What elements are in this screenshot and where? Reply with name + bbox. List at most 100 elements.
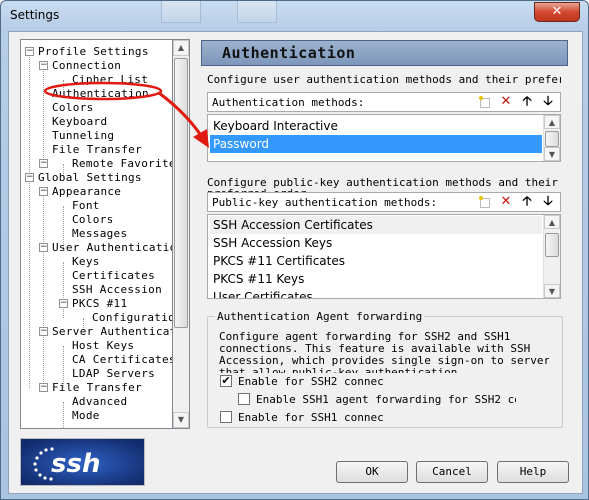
window-title: Settings bbox=[10, 8, 60, 22]
enable-ssh1-via-ssh2-label[interactable]: Enable SSH1 agent forwarding for SSH2 co… bbox=[256, 393, 516, 406]
tree-item-label: LDAP Servers bbox=[72, 367, 156, 380]
scroll-down-icon[interactable]: ▼ bbox=[544, 147, 560, 161]
ssh-logo: ssh bbox=[20, 438, 145, 486]
tree-item-ca-certificates[interactable]: CA Certificates bbox=[72, 353, 173, 367]
tree-item-label: Advanced bbox=[72, 395, 128, 408]
list-item[interactable]: User Certificates bbox=[210, 288, 542, 298]
auth-methods-list[interactable]: Keyboard Interactive Password ▲ ▼ bbox=[207, 114, 561, 162]
close-icon: ✕ bbox=[551, 4, 563, 19]
tree-item-colors-global[interactable]: Colors bbox=[72, 213, 114, 227]
move-up-icon[interactable]: 🡡 bbox=[520, 95, 534, 109]
move-down-icon[interactable]: 🡣 bbox=[541, 195, 555, 209]
collapse-icon[interactable]: − bbox=[39, 243, 48, 252]
delete-icon[interactable]: ✕ bbox=[499, 95, 513, 109]
category-tree[interactable]: − − − − − − − − − Profile Settings Conne… bbox=[20, 39, 173, 429]
tree-item-label: Tunneling bbox=[52, 129, 115, 142]
pk-methods-list[interactable]: SSH Accession Certificates SSH Accession… bbox=[207, 214, 561, 299]
scroll-down-icon[interactable]: ▼ bbox=[544, 284, 560, 298]
page-title: Authentication bbox=[222, 44, 356, 62]
collapse-icon[interactable]: − bbox=[39, 327, 48, 336]
tree-item-label: CA Certificates bbox=[72, 353, 173, 366]
tree-item-keyboard[interactable]: Keyboard bbox=[52, 115, 107, 129]
help-button[interactable]: Help bbox=[497, 461, 569, 483]
tree-item-tunneling[interactable]: Tunneling bbox=[52, 129, 114, 143]
collapse-icon[interactable]: − bbox=[39, 159, 48, 168]
tree-item-label: PKCS #11 bbox=[72, 297, 128, 310]
enable-ssh2-label[interactable]: Enable for SSH2 connections bbox=[238, 375, 383, 388]
scrollbar-thumb[interactable] bbox=[174, 58, 188, 328]
tree-item-label: Server Authentication bbox=[52, 325, 172, 338]
tree-item-label: Cipher List bbox=[72, 73, 149, 86]
list-item[interactable]: PKCS #11 Keys bbox=[210, 270, 542, 288]
tree-item-cipher-list[interactable]: Cipher List bbox=[72, 73, 148, 87]
tree-item-label: Profile Settings bbox=[38, 45, 149, 58]
tree-item-label: Font bbox=[72, 199, 100, 212]
enable-ssh2-checkbox[interactable]: ✔ bbox=[220, 375, 232, 387]
tree-item-advanced[interactable]: Advanced bbox=[72, 395, 127, 409]
pk-methods-label: Public-key authentication methods: bbox=[212, 196, 438, 209]
list-item[interactable]: PKCS #11 Certificates bbox=[210, 252, 542, 270]
title-bar[interactable]: Settings ✕ bbox=[1, 1, 588, 31]
scroll-down-icon[interactable]: ▼ bbox=[173, 412, 189, 428]
tree-item-messages[interactable]: Messages bbox=[72, 227, 127, 241]
tree-item-label: Messages bbox=[72, 227, 128, 240]
collapse-icon[interactable]: − bbox=[59, 299, 68, 308]
move-up-icon[interactable]: 🡡 bbox=[520, 195, 534, 209]
tree-item-connection[interactable]: Connection bbox=[52, 59, 121, 73]
tree-scrollbar[interactable]: ▲ ▼ bbox=[173, 39, 190, 429]
tree-item-ssh-accession[interactable]: SSH Accession bbox=[72, 283, 162, 297]
scroll-up-icon[interactable]: ▲ bbox=[173, 40, 189, 56]
collapse-icon[interactable]: − bbox=[39, 383, 48, 392]
group-title: Authentication Agent forwarding bbox=[215, 310, 425, 323]
tree-item-host-keys[interactable]: Host Keys bbox=[72, 339, 134, 353]
new-item-icon[interactable] bbox=[478, 195, 492, 209]
list-item-selected[interactable]: Password bbox=[210, 135, 542, 153]
collapse-icon[interactable]: − bbox=[39, 187, 48, 196]
tree-item-mode[interactable]: Mode bbox=[72, 409, 100, 423]
collapse-icon[interactable]: − bbox=[39, 61, 48, 70]
close-button[interactable]: ✕ bbox=[534, 2, 580, 22]
auth-methods-header: Authentication methods: ✕ 🡡 🡣 bbox=[207, 92, 561, 112]
scrollbar-thumb[interactable] bbox=[545, 233, 559, 257]
enable-ssh1-label[interactable]: Enable for SSH1 connections bbox=[238, 411, 383, 424]
pk-methods-header: Public-key authentication methods: ✕ 🡡 🡣 bbox=[207, 192, 561, 212]
scroll-up-icon[interactable]: ▲ bbox=[544, 215, 560, 229]
tree-item-authentication[interactable]: Authentication bbox=[52, 87, 149, 101]
tree-item-keys[interactable]: Keys bbox=[72, 255, 100, 269]
collapse-icon[interactable]: − bbox=[25, 173, 34, 182]
tree-item-file-transfer-global[interactable]: File Transfer bbox=[52, 381, 142, 395]
ssh-logo-graphic: ssh bbox=[21, 439, 144, 485]
new-item-icon[interactable] bbox=[478, 95, 492, 109]
tree-item-label: Configuration bbox=[92, 311, 173, 324]
scrollbar-thumb[interactable] bbox=[545, 131, 559, 147]
ok-button[interactable]: OK bbox=[336, 461, 408, 483]
tree-item-file-transfer[interactable]: File Transfer bbox=[52, 143, 142, 157]
list-item[interactable]: Keyboard Interactive bbox=[210, 117, 542, 135]
tree-item-appearance[interactable]: Appearance bbox=[52, 185, 121, 199]
tree-item-global-settings[interactable]: Global Settings bbox=[38, 171, 142, 185]
enable-ssh1-via-ssh2-checkbox[interactable] bbox=[238, 393, 250, 405]
enable-ssh1-checkbox[interactable] bbox=[220, 411, 232, 423]
cancel-button[interactable]: Cancel bbox=[416, 461, 488, 483]
tree-item-configuration[interactable]: Configuration bbox=[92, 311, 173, 325]
tree-item-colors[interactable]: Colors bbox=[52, 101, 94, 115]
tree-item-certificates[interactable]: Certificates bbox=[72, 269, 155, 283]
tree-item-remote-favorites[interactable]: Remote Favorites bbox=[72, 157, 172, 171]
tree-item-profile-settings[interactable]: Profile Settings bbox=[38, 45, 149, 59]
tree-item-pkcs11[interactable]: PKCS #11 bbox=[72, 297, 127, 311]
list-item[interactable]: SSH Accession Keys bbox=[210, 234, 542, 252]
logo-text: ssh bbox=[51, 449, 100, 479]
tree-item-ldap-servers[interactable]: LDAP Servers bbox=[72, 367, 155, 381]
move-down-icon[interactable]: 🡣 bbox=[541, 95, 555, 109]
tree-item-font[interactable]: Font bbox=[72, 199, 100, 213]
tree-item-user-authentication[interactable]: User Authentication bbox=[52, 241, 172, 255]
list-item[interactable]: SSH Accession Certificates bbox=[210, 216, 542, 234]
tree-item-label: Colors bbox=[72, 213, 114, 226]
scroll-up-icon[interactable]: ▲ bbox=[544, 115, 560, 129]
pk-list-scrollbar[interactable]: ▲ ▼ bbox=[543, 215, 560, 298]
delete-icon[interactable]: ✕ bbox=[499, 195, 513, 209]
auth-list-scrollbar[interactable]: ▲ ▼ bbox=[543, 115, 560, 161]
tree-item-server-authentication[interactable]: Server Authentication bbox=[52, 325, 172, 339]
collapse-icon[interactable]: − bbox=[25, 47, 34, 56]
tree-item-label: Host Keys bbox=[72, 339, 135, 352]
